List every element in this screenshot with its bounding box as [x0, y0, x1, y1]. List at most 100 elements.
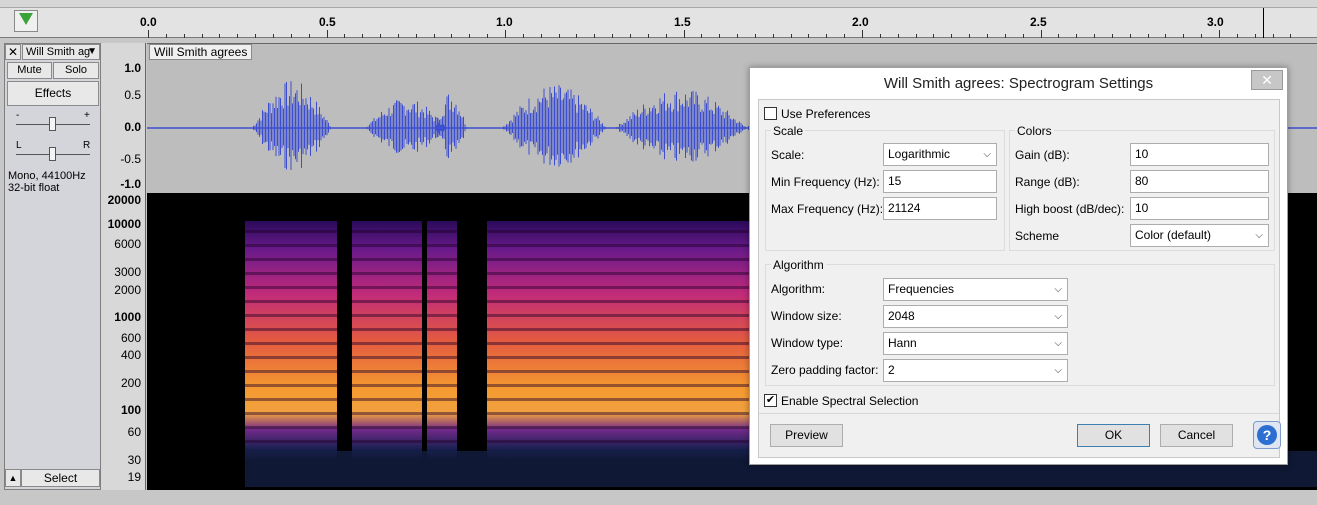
freq-scale-label: 600 — [120, 331, 141, 345]
ok-button[interactable]: OK — [1077, 424, 1150, 447]
ruler-label: 0.0 — [140, 15, 157, 29]
spectrogram-vertical-ruler[interactable]: 20000 10000 6000 3000 2000 1000 600 400 … — [101, 193, 146, 490]
dialog-body: Use Preferences Scale Scale: Logarithmic… — [758, 99, 1281, 458]
cancel-button[interactable]: Cancel — [1160, 424, 1233, 447]
ruler-tick — [1058, 34, 1060, 38]
gain-slider-thumb[interactable] — [49, 117, 56, 131]
playhead-line — [1263, 8, 1264, 38]
track-name-menu[interactable]: Will Smith ag ▼ — [22, 44, 100, 60]
ruler-tick — [308, 34, 310, 38]
ruler-tick — [647, 34, 649, 38]
range-input[interactable]: 80 — [1130, 170, 1269, 193]
wave-scale-label: -1.0 — [120, 177, 141, 191]
ruler-tick — [719, 34, 721, 38]
ruler-tick — [879, 34, 881, 38]
scheme-label: Scheme — [1015, 229, 1060, 243]
spectrogram-harmonic-bands — [245, 221, 337, 461]
ruler-tick — [754, 34, 756, 38]
spectrogram-harmonic-bands — [352, 221, 422, 461]
window-type-value: Hann — [888, 336, 917, 350]
freq-scale-label: 2000 — [114, 283, 141, 297]
freq-scale-label: 6000 — [114, 237, 141, 251]
gain-input[interactable]: 10 — [1130, 143, 1269, 166]
gain-label: Gain (dB): — [1015, 148, 1070, 162]
min-frequency-label: Min Frequency (Hz): — [771, 175, 880, 189]
freq-scale-label: 400 — [120, 348, 141, 362]
toolbar-strip — [0, 0, 1317, 8]
chevron-down-icon: ⌵ — [1255, 230, 1263, 241]
spectral-selection-checkbox[interactable]: ✔ — [764, 394, 777, 407]
ruler-tick — [415, 34, 417, 38]
ruler-tick — [576, 34, 578, 38]
format-depth: 32-bit float — [8, 182, 60, 194]
freq-scale-label: 3000 — [114, 265, 141, 279]
pan-slider-thumb[interactable] — [49, 147, 56, 161]
scale-label: Scale: — [771, 148, 805, 162]
scheme-dropdown[interactable]: Color (default) ⌵ — [1130, 224, 1269, 247]
ruler-tick — [487, 34, 489, 38]
pan-right-label: R — [83, 140, 91, 151]
high-boost-input[interactable]: 10 — [1130, 197, 1269, 220]
chevron-down-icon: ⌵ — [1054, 311, 1062, 322]
freq-scale-label: 10000 — [107, 217, 141, 231]
zero-padding-dropdown[interactable]: 2 ⌵ — [883, 359, 1068, 382]
ruler-tick — [1236, 34, 1238, 38]
ruler-tick — [1111, 34, 1113, 38]
window-size-dropdown[interactable]: 2048 ⌵ — [883, 305, 1068, 328]
chevron-down-icon: ⌵ — [1054, 365, 1062, 376]
ruler-tick — [237, 34, 239, 38]
close-icon[interactable]: ✕ — [1251, 70, 1283, 90]
ruler-tick — [951, 34, 953, 38]
ruler-tick — [219, 34, 221, 38]
window-type-dropdown[interactable]: Hann ⌵ — [883, 332, 1068, 355]
ruler-tick — [701, 34, 703, 38]
ruler-tick — [612, 34, 614, 38]
ruler-tick — [790, 34, 792, 38]
ruler-tick — [1272, 34, 1274, 38]
ruler-tick — [522, 34, 524, 38]
ruler-tick — [969, 34, 971, 38]
window-size-label: Window size: — [771, 309, 842, 323]
chevron-down-icon: ⌵ — [1054, 284, 1062, 295]
effects-button[interactable]: Effects — [7, 81, 99, 106]
gain-plus-label: + — [84, 110, 90, 121]
ruler-tick — [290, 34, 292, 38]
ruler-tick — [826, 34, 828, 38]
help-button[interactable]: ? — [1253, 421, 1281, 449]
ruler-tick — [844, 34, 846, 38]
chevron-down-icon: ▼ — [87, 46, 97, 57]
solo-button[interactable]: Solo — [53, 62, 99, 79]
help-icon: ? — [1257, 425, 1277, 445]
ruler-tick — [1076, 34, 1078, 38]
divider — [759, 413, 1279, 414]
ruler-tick — [772, 34, 774, 38]
scale-value: Logarithmic — [888, 147, 951, 161]
close-track-button[interactable]: ✕ — [5, 44, 21, 60]
collapse-track-icon[interactable]: ▲ — [5, 469, 21, 487]
freq-scale-label: 100 — [120, 403, 141, 417]
ruler-tick — [326, 30, 328, 38]
scale-dropdown[interactable]: Logarithmic ⌵ — [883, 143, 997, 166]
spectral-selection-label: Enable Spectral Selection — [781, 394, 919, 408]
preview-button[interactable]: Preview — [770, 424, 843, 447]
mute-button[interactable]: Mute — [7, 62, 52, 79]
ruler-tick — [380, 34, 382, 38]
ruler-tick — [808, 34, 810, 38]
ruler-tick — [1254, 34, 1256, 38]
ruler-label: 3.0 — [1207, 15, 1224, 29]
spectrogram-harmonic-bands — [487, 221, 617, 461]
algorithm-dropdown[interactable]: Frequencies ⌵ — [883, 278, 1068, 301]
max-frequency-input[interactable]: 21124 — [883, 197, 997, 220]
ruler-tick — [201, 34, 203, 38]
use-preferences-checkbox[interactable] — [764, 107, 777, 120]
gain-minus-label: - — [16, 110, 20, 121]
min-frequency-input[interactable]: 15 — [883, 170, 997, 193]
select-button[interactable]: Select — [21, 469, 100, 487]
window-size-value: 2048 — [888, 309, 915, 323]
ruler-tick — [1183, 34, 1185, 38]
freq-scale-label: 60 — [127, 425, 141, 439]
ruler-ticks — [0, 30, 1317, 38]
waveform-vertical-ruler[interactable]: 1.0 0.5 0.0 -0.5 -1.0 — [101, 43, 146, 193]
ruler-tick — [1290, 34, 1292, 38]
wave-scale-label: -0.5 — [120, 152, 141, 166]
